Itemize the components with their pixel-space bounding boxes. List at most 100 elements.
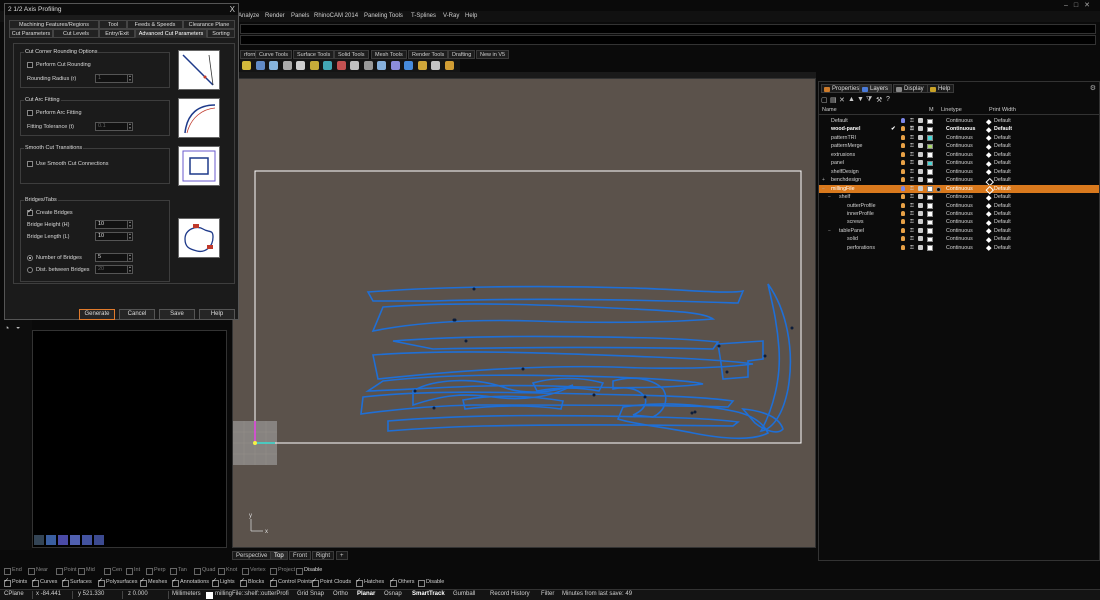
filter-checkbox[interactable]: Points (4, 577, 27, 587)
visibility-bulb-icon[interactable] (901, 126, 905, 132)
menu-item[interactable]: Render (265, 13, 285, 19)
expand-toggle-icon[interactable]: − (828, 227, 831, 235)
cancel-button[interactable]: Cancel (119, 309, 155, 320)
layer-row[interactable]: innerProfile ⚿ Continuous Default (819, 210, 1099, 218)
layer-name[interactable]: shelfDesign (831, 168, 859, 176)
close-window-icon[interactable]: ✕ (1084, 2, 1096, 9)
layer-row[interactable]: solid ⚿ Continuous Default (819, 235, 1099, 243)
layer-name[interactable]: wood-panel (831, 125, 860, 133)
new-layer-icon[interactable]: ▢ (821, 96, 828, 104)
layer-color-swatch[interactable] (927, 219, 933, 226)
dist-between-bridges-input[interactable]: 20 ▲ ▼ (95, 265, 133, 274)
visibility-bulb-icon[interactable] (901, 219, 905, 225)
visibility-bulb-icon[interactable] (901, 244, 905, 250)
move-down-icon[interactable]: ▼ (857, 96, 864, 103)
filter-icon[interactable]: ⧩ (866, 96, 872, 104)
layer-name[interactable]: shelf (839, 193, 850, 201)
tag-icon[interactable] (417, 61, 427, 70)
layer-row[interactable]: + benchdesign ⚿ Continuous Default (819, 176, 1099, 184)
visibility-bulb-icon[interactable] (901, 168, 905, 174)
save-button[interactable]: Save (159, 309, 195, 320)
layer-row[interactable]: outterProfile ⚿ Continuous Default (819, 202, 1099, 210)
lock-icon[interactable]: ⚿ (910, 203, 914, 209)
layer-print-width[interactable]: Default (987, 218, 1011, 226)
filter-checkbox[interactable]: Hatches (356, 577, 384, 587)
note-icon[interactable] (431, 61, 440, 70)
tab-clearance-plane[interactable]: Clearance Plane (183, 20, 235, 29)
tool-icon[interactable]: ◒ (16, 324, 20, 331)
layer-name[interactable]: extrusions (831, 151, 855, 159)
layer-print-width[interactable]: Default (987, 151, 1011, 159)
layer-name[interactable]: tablePanel (839, 227, 864, 235)
help-icon[interactable] (444, 61, 454, 70)
tab-viewport[interactable]: Top (270, 551, 288, 560)
layer-color-swatch[interactable] (927, 126, 933, 133)
filter-checkbox[interactable]: Control Points (270, 577, 313, 587)
layer-linetype[interactable]: Continuous (946, 168, 973, 176)
layer-name[interactable]: patternTRI (831, 134, 856, 142)
osnap-option[interactable]: Tan (170, 567, 187, 575)
simulate-icon[interactable] (70, 535, 80, 545)
layer-color-swatch[interactable] (927, 118, 933, 124)
layer-linetype[interactable]: Continuous (946, 185, 973, 193)
tab-tool[interactable]: Tool (99, 20, 127, 29)
layer-name[interactable]: millingFile (831, 185, 855, 193)
osnap-option[interactable]: Mid (78, 567, 95, 575)
layer-row[interactable]: − tablePanel ⚿ Continuous Default (819, 227, 1099, 235)
layer-print-width[interactable]: Default (987, 227, 1011, 235)
layer-row[interactable]: extrusions ⚿ Continuous Default (819, 151, 1099, 159)
tab-cut-parameters[interactable]: Cut Parameters (9, 29, 53, 38)
tab-help[interactable]: Help (927, 84, 955, 93)
window-icon[interactable] (269, 61, 278, 70)
osnap-toggle[interactable]: Osnap (384, 591, 402, 597)
lock-icon[interactable]: ⚿ (910, 118, 914, 124)
lock-icon[interactable]: ⚿ (910, 194, 914, 200)
osnap-option[interactable]: Knot (218, 567, 237, 575)
layer-print-width[interactable]: Default (987, 176, 1011, 184)
layer-tools-icon[interactable]: ⚒ (876, 96, 882, 104)
lock-icon[interactable]: ⚿ (910, 245, 914, 251)
spin-arrows-icon[interactable]: ▲ ▼ (127, 74, 132, 82)
maximize-icon[interactable]: □ (1074, 2, 1084, 9)
layer-color-swatch[interactable] (927, 236, 933, 243)
layer-print-width[interactable]: Default (987, 117, 1011, 125)
layer-color-swatch[interactable] (927, 135, 933, 141)
tools-icon[interactable] (58, 535, 68, 545)
layer-print-width[interactable]: Default (987, 244, 1011, 252)
filter-checkbox[interactable]: Curves (32, 577, 57, 587)
dist-between-bridges-radio[interactable] (27, 267, 33, 273)
filter-toggle[interactable]: Filter (541, 591, 554, 597)
layer-row[interactable]: patternTRI ⚿ Continuous Default (819, 134, 1099, 142)
printer-icon[interactable] (918, 143, 923, 149)
layer-row[interactable]: perforations ⚿ Continuous Default (819, 244, 1099, 252)
osnap-option[interactable]: Cen (104, 567, 122, 575)
printer-icon[interactable] (918, 134, 923, 140)
layer-name[interactable]: Default (831, 117, 848, 125)
gumball-toggle[interactable]: Gumball (453, 591, 475, 597)
bridge-height-input[interactable]: 10 ▲ ▼ (95, 220, 133, 229)
layer-linetype[interactable]: Continuous (946, 235, 973, 243)
layer-print-width[interactable]: Default (987, 193, 1011, 201)
layer-print-width[interactable]: Default (987, 210, 1011, 218)
toolbar-tab[interactable]: Render Tools (408, 50, 449, 59)
layer-linetype[interactable]: Continuous (946, 202, 973, 210)
osnap-option[interactable]: End (4, 567, 22, 575)
visibility-bulb-icon[interactable] (901, 177, 905, 183)
lock-icon[interactable]: ⚿ (910, 135, 914, 141)
spin-arrows-icon[interactable]: ▲ ▼ (127, 122, 132, 130)
create-bridges-checkbox[interactable] (27, 207, 33, 216)
tab-feeds-speeds[interactable]: Feeds & Speeds (127, 20, 183, 29)
printer-icon[interactable] (918, 168, 923, 174)
smarttrack-toggle[interactable]: SmartTrack (412, 591, 445, 597)
printer-icon[interactable] (918, 236, 923, 242)
machining-icon[interactable] (34, 535, 44, 545)
layer-name[interactable]: panel (831, 159, 844, 167)
pan-icon[interactable] (282, 61, 292, 70)
visibility-bulb-icon[interactable] (901, 202, 905, 208)
layer-name[interactable]: patternMerge (831, 142, 863, 150)
printer-icon[interactable] (918, 151, 923, 157)
visibility-bulb-icon[interactable] (901, 151, 905, 157)
layer-print-width[interactable]: Default (987, 168, 1011, 176)
tab-entry-exit[interactable]: Entry/Exit (99, 29, 135, 38)
filter-checkbox[interactable]: Lights (212, 577, 235, 587)
